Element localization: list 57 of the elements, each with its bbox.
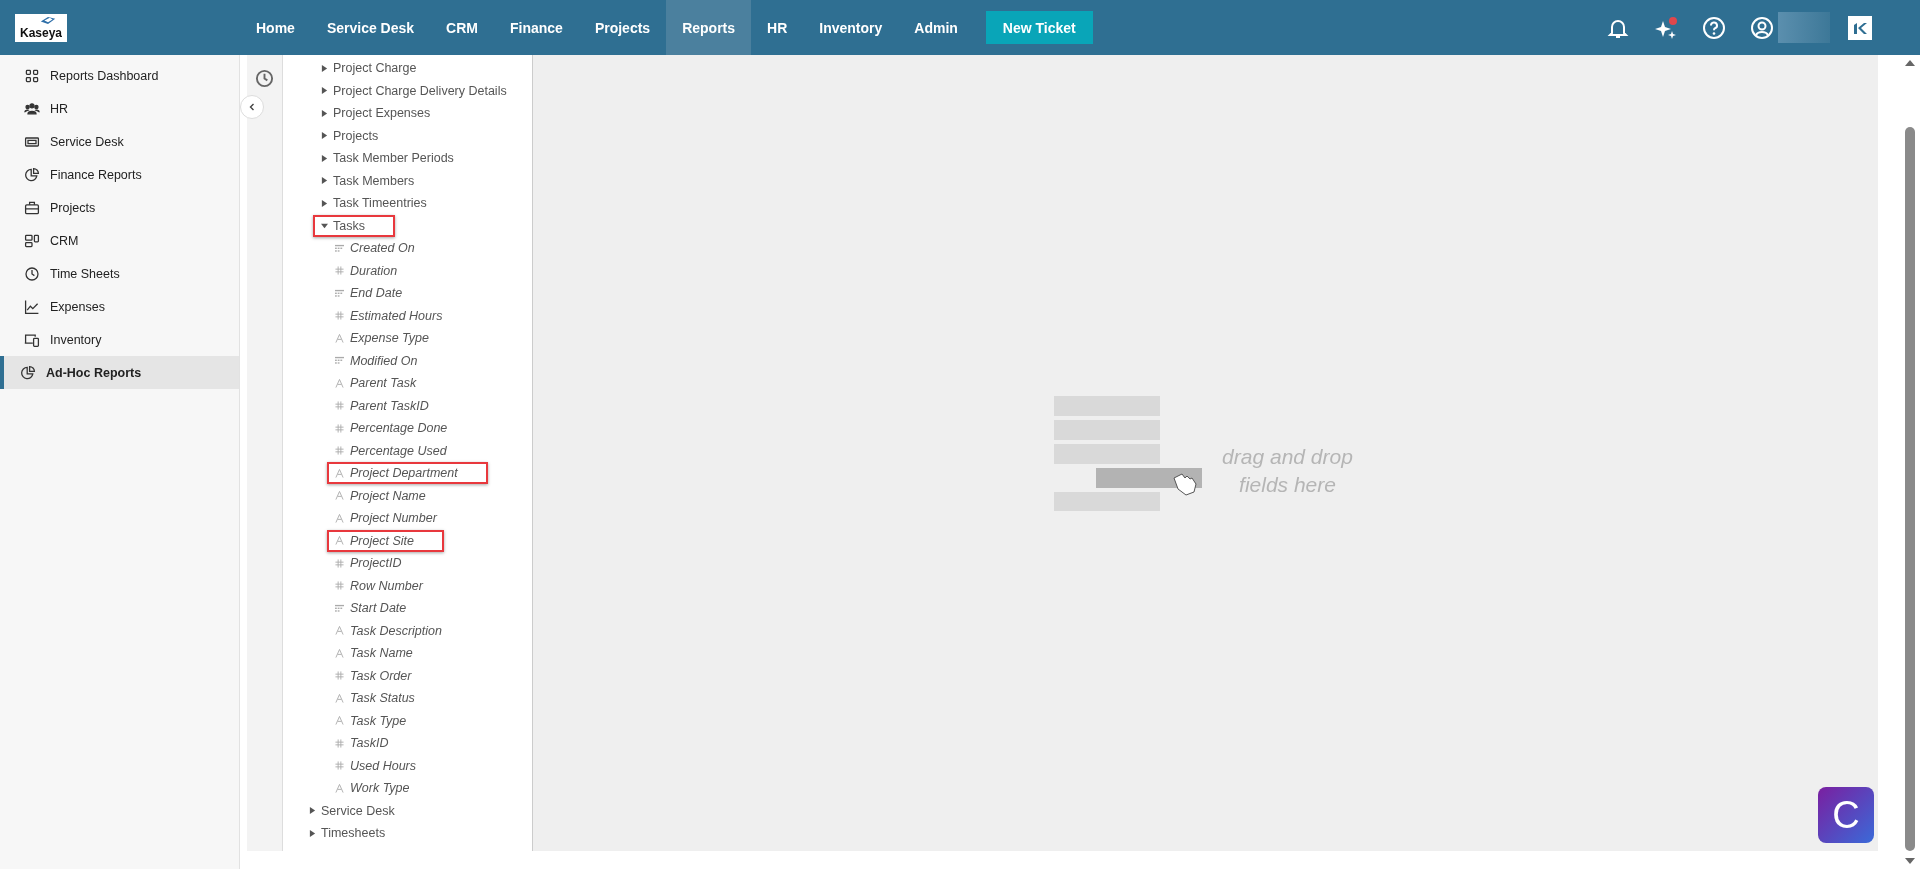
field-item[interactable]: Modified On <box>327 349 426 372</box>
nav-tab[interactable]: HR <box>751 0 804 55</box>
sidebar-item[interactable]: Finance Reports <box>0 158 239 191</box>
field-item[interactable]: Parent Task <box>327 372 425 395</box>
field-item[interactable]: Start Date <box>327 597 415 620</box>
field-item[interactable]: Created On <box>327 237 423 260</box>
sidebar-item[interactable]: Reports Dashboard <box>0 59 239 92</box>
tree-node[interactable]: Service Desk <box>301 799 403 822</box>
sidebar-item[interactable]: CRM <box>0 224 239 257</box>
field-item[interactable]: Work Type <box>327 777 418 800</box>
field-item[interactable]: Project Department <box>327 462 488 485</box>
nav-tab[interactable]: Projects <box>578 0 667 55</box>
field-item[interactable]: Task Status <box>327 687 423 710</box>
kaseya-logo[interactable]: Kaseya <box>15 13 67 42</box>
sidebar-item[interactable]: Time Sheets <box>0 257 239 290</box>
nav-tab[interactable]: Admin <box>898 0 974 55</box>
field-item[interactable]: Task Type <box>327 709 415 732</box>
sidebar-item[interactable]: HR <box>0 92 239 125</box>
sidebar-item[interactable]: Expenses <box>0 290 239 323</box>
tree-node[interactable]: Task Members <box>313 169 423 192</box>
drop-hint: drag and drop fields here <box>1221 443 1354 498</box>
nav-tab[interactable]: CRM <box>430 0 494 55</box>
field-item[interactable]: Project Number <box>327 507 445 530</box>
field-item[interactable]: Expense Type <box>327 327 437 350</box>
sidebar-item[interactable]: Inventory <box>0 323 239 356</box>
field-item[interactable]: Used Hours <box>327 754 424 777</box>
sidebar-item[interactable]: Ad-Hoc Reports <box>0 356 239 389</box>
nav-tab[interactable]: Inventory <box>803 0 899 55</box>
nav-tab[interactable]: Finance <box>494 0 579 55</box>
nav-tab[interactable]: Service Desk <box>310 0 431 55</box>
field-item[interactable]: Project Name <box>327 484 434 507</box>
tree-node[interactable]: Tasks <box>313 214 395 237</box>
tree-node[interactable]: Project Expenses <box>313 102 439 125</box>
tree-node[interactable]: Project Charge Delivery Details <box>313 79 515 102</box>
field-item[interactable]: TaskID <box>327 732 397 755</box>
tree-node[interactable]: Project Charge <box>313 57 425 80</box>
tree-node[interactable]: Timesheets <box>301 822 394 845</box>
field-item[interactable]: Percentage Done <box>327 417 456 440</box>
field-item[interactable]: Task Description <box>327 619 450 642</box>
field-item[interactable]: Parent TaskID <box>327 394 437 417</box>
field-item[interactable]: Estimated Hours <box>327 304 451 327</box>
nav-tab[interactable]: Home <box>240 0 311 55</box>
field-item[interactable]: ProjectID <box>327 552 410 575</box>
field-item[interactable]: Percentage Used <box>327 439 455 462</box>
sidebar-item[interactable]: Service Desk <box>0 125 239 158</box>
tree-node[interactable]: Task Member Periods <box>313 147 462 170</box>
nav-tab[interactable]: Reports <box>666 0 752 55</box>
tree-node[interactable]: Task Timeentries <box>313 192 435 215</box>
field-item[interactable]: Project Site <box>327 529 444 552</box>
field-item[interactable]: Task Name <box>327 642 421 665</box>
field-item[interactable]: Task Order <box>327 664 420 687</box>
sidebar-item[interactable]: Projects <box>0 191 239 224</box>
field-item[interactable]: End Date <box>327 282 411 305</box>
field-item[interactable]: Duration <box>327 259 406 282</box>
field-item[interactable]: Row Number <box>327 574 431 597</box>
tree-node[interactable]: Projects <box>313 124 387 147</box>
chat-button[interactable]: C <box>1818 787 1874 843</box>
